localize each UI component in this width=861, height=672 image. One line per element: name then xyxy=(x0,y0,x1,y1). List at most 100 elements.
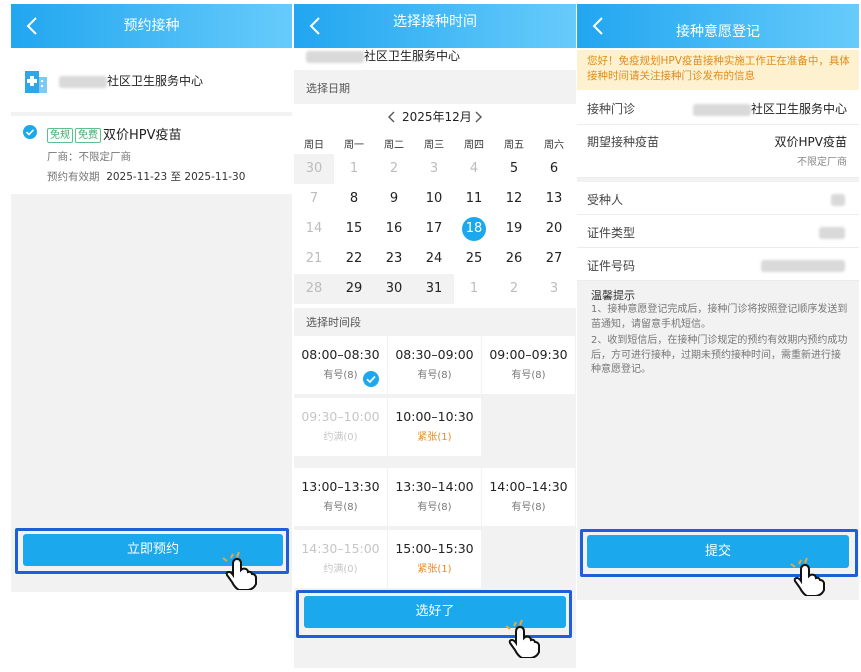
vaccine-row: 期望接种疫苗 双价HPV疫苗 不限定厂商 xyxy=(577,125,859,178)
redacted-text xyxy=(59,75,107,88)
calendar-day: 30 xyxy=(294,154,334,184)
check-circle-icon[interactable] xyxy=(23,125,37,139)
id-type-row: 证件类型 xyxy=(577,215,859,248)
slot-status: 有号(8) xyxy=(323,502,358,513)
time-slot[interactable]: 14:00–14:30 有号(8) xyxy=(482,468,575,526)
calendar-day: 4 xyxy=(469,161,479,176)
time-slot[interactable]: 13:00–13:30 有号(8) xyxy=(294,468,387,526)
calendar-day[interactable]: 22 xyxy=(334,244,374,274)
slot-selected-check-icon xyxy=(363,371,379,387)
month-label: 2025年12月 xyxy=(402,110,472,124)
calendar-day[interactable]: 26 xyxy=(494,244,534,274)
redacted-text xyxy=(819,226,845,239)
tip-1: 1、接种意愿登记完成后，接种门诊将按照登记顺序发送到苗通知，请留意手机短信。 xyxy=(591,304,848,330)
slot-time: 15:00–15:30 xyxy=(395,541,474,556)
calendar-day[interactable]: 30 xyxy=(374,274,414,304)
weekday-header: 周三 xyxy=(424,140,444,151)
calendar-day[interactable]: 13 xyxy=(534,184,574,214)
calendar-day[interactable]: 6 xyxy=(534,154,574,184)
calendar-day[interactable]: 23 xyxy=(374,244,414,274)
vaccine-line: 免规 免费 双价HPV疫苗 xyxy=(47,124,182,143)
time-slot[interactable]: 09:00–09:30 有号(8) xyxy=(482,336,575,394)
next-month-icon[interactable] xyxy=(472,110,484,124)
slot-time: 14:30–15:00 xyxy=(301,541,380,556)
time-slot[interactable]: 15:00–15:30 紧张(1) xyxy=(388,530,481,588)
calendar-day[interactable]: 10 xyxy=(414,184,454,214)
calendar-day[interactable]: 24 xyxy=(414,244,454,274)
header: 选择接种时间 xyxy=(294,4,576,48)
slot-status: 紧张(1) xyxy=(417,432,452,443)
calendar-day[interactable]: 16 xyxy=(374,214,414,244)
redacted-text xyxy=(692,103,751,116)
slot-time: 10:00–10:30 xyxy=(395,409,474,424)
panel-select-time: 选择接种时间 社区卫生服务中心 选择日期 2025年12月 周日 周一 周二 周三 周四… xyxy=(294,4,576,668)
slot-status: 有号(8) xyxy=(417,370,452,381)
weekday-header: 周一 xyxy=(344,140,364,151)
hospital-building-icon xyxy=(25,71,47,93)
calendar-day: 3 xyxy=(429,161,439,176)
panel-intent-registration: 接种意愿登记 您好！免疫规划HPV疫苗接种实施工作正在准备中，具体接种时间请关注… xyxy=(577,4,859,600)
slot-status: 有号(8) xyxy=(511,502,546,513)
page-title: 接种意愿登记 xyxy=(676,24,760,40)
weekday-header: 周二 xyxy=(384,140,404,151)
id-number-row: 证件号码 xyxy=(577,248,859,281)
slot-status: 约满(0) xyxy=(323,564,358,575)
calendar-day[interactable]: 19 xyxy=(494,214,534,244)
section-label: 选择日期 xyxy=(306,82,350,95)
calendar-day[interactable]: 5 xyxy=(494,154,534,184)
time-slot[interactable]: 08:30–09:00 有号(8) xyxy=(388,336,481,394)
tag-badge: 免规 xyxy=(47,128,73,143)
slot-status: 约满(0) xyxy=(323,432,358,443)
validity: 预约有效期 2025-11-23 至 2025-11-30 xyxy=(47,171,246,183)
tap-hand-icon xyxy=(222,551,257,590)
calendar-day: 2 xyxy=(509,281,519,296)
calendar-day[interactable]: 18 xyxy=(454,214,494,244)
calendar-day[interactable]: 29 xyxy=(334,274,374,304)
calendar-day[interactable]: 12 xyxy=(494,184,534,214)
calendar-day[interactable]: 25 xyxy=(454,244,494,274)
vaccine-name: 双价HPV疫苗 xyxy=(103,128,182,143)
tips-title: 温馨提示 xyxy=(591,289,635,302)
slot-time: 08:00–08:30 xyxy=(301,347,380,362)
slot-time: 08:30–09:00 xyxy=(395,347,474,362)
redacted-text xyxy=(306,50,364,63)
slot-time: 13:30–14:00 xyxy=(395,479,474,494)
calendar-day[interactable]: 27 xyxy=(534,244,574,274)
center-name: 社区卫生服务中心 xyxy=(59,72,203,89)
redacted-text xyxy=(831,193,845,206)
recipient-row: 受种人 xyxy=(577,182,859,215)
slot-status: 有号(8) xyxy=(511,370,546,381)
time-slot[interactable]: 13:30–14:00 有号(8) xyxy=(388,468,481,526)
tip-2: 2、收到短信后，在接种门诊规定的预约有效期内预约成功后，方可进行接种，过期未预约… xyxy=(591,335,848,375)
calendar-day[interactable]: 9 xyxy=(374,184,414,214)
calendar-day: 21 xyxy=(305,251,323,266)
weekday-header: 周日 xyxy=(304,140,324,151)
slot-time: 14:00–14:30 xyxy=(489,479,568,494)
calendar-day[interactable]: 17 xyxy=(414,214,454,244)
header: 接种意愿登记 xyxy=(577,4,859,48)
tap-hand-icon xyxy=(790,557,825,596)
calendar-day: 1 xyxy=(349,161,359,176)
weekday-header: 周六 xyxy=(544,140,564,151)
calendar-day[interactable]: 20 xyxy=(534,214,574,244)
calendar-day[interactable]: 31 xyxy=(414,274,454,304)
slot-status: 有号(8) xyxy=(417,502,452,513)
time-slot: 14:30–15:00 约满(0) xyxy=(294,530,387,588)
prev-month-icon[interactable] xyxy=(386,110,398,124)
calendar-day: 28 xyxy=(294,274,334,304)
page-title: 预约接种 xyxy=(123,18,180,34)
slot-time: 09:00–09:30 xyxy=(489,347,568,362)
calendar-day: 14 xyxy=(305,221,323,236)
section-label: 选择时间段 xyxy=(306,316,361,329)
slot-status: 紧张(1) xyxy=(417,564,452,575)
clinic-row: 接种门诊 社区卫生服务中心 xyxy=(577,90,859,125)
calendar-day[interactable]: 11 xyxy=(454,184,494,214)
calendar-day[interactable]: 15 xyxy=(334,214,374,244)
calendar-day[interactable]: 8 xyxy=(334,184,374,214)
notice-banner: 您好！免疫规划HPV疫苗接种实施工作正在准备中，具体接种时间请关注接种门诊发布的… xyxy=(577,50,859,90)
calendar-day: 2 xyxy=(389,161,399,176)
header: 预约接种 xyxy=(11,4,292,48)
calendar-day: 7 xyxy=(309,191,319,206)
time-slot[interactable]: 10:00–10:30 紧张(1) xyxy=(388,398,481,456)
divider xyxy=(11,112,292,116)
